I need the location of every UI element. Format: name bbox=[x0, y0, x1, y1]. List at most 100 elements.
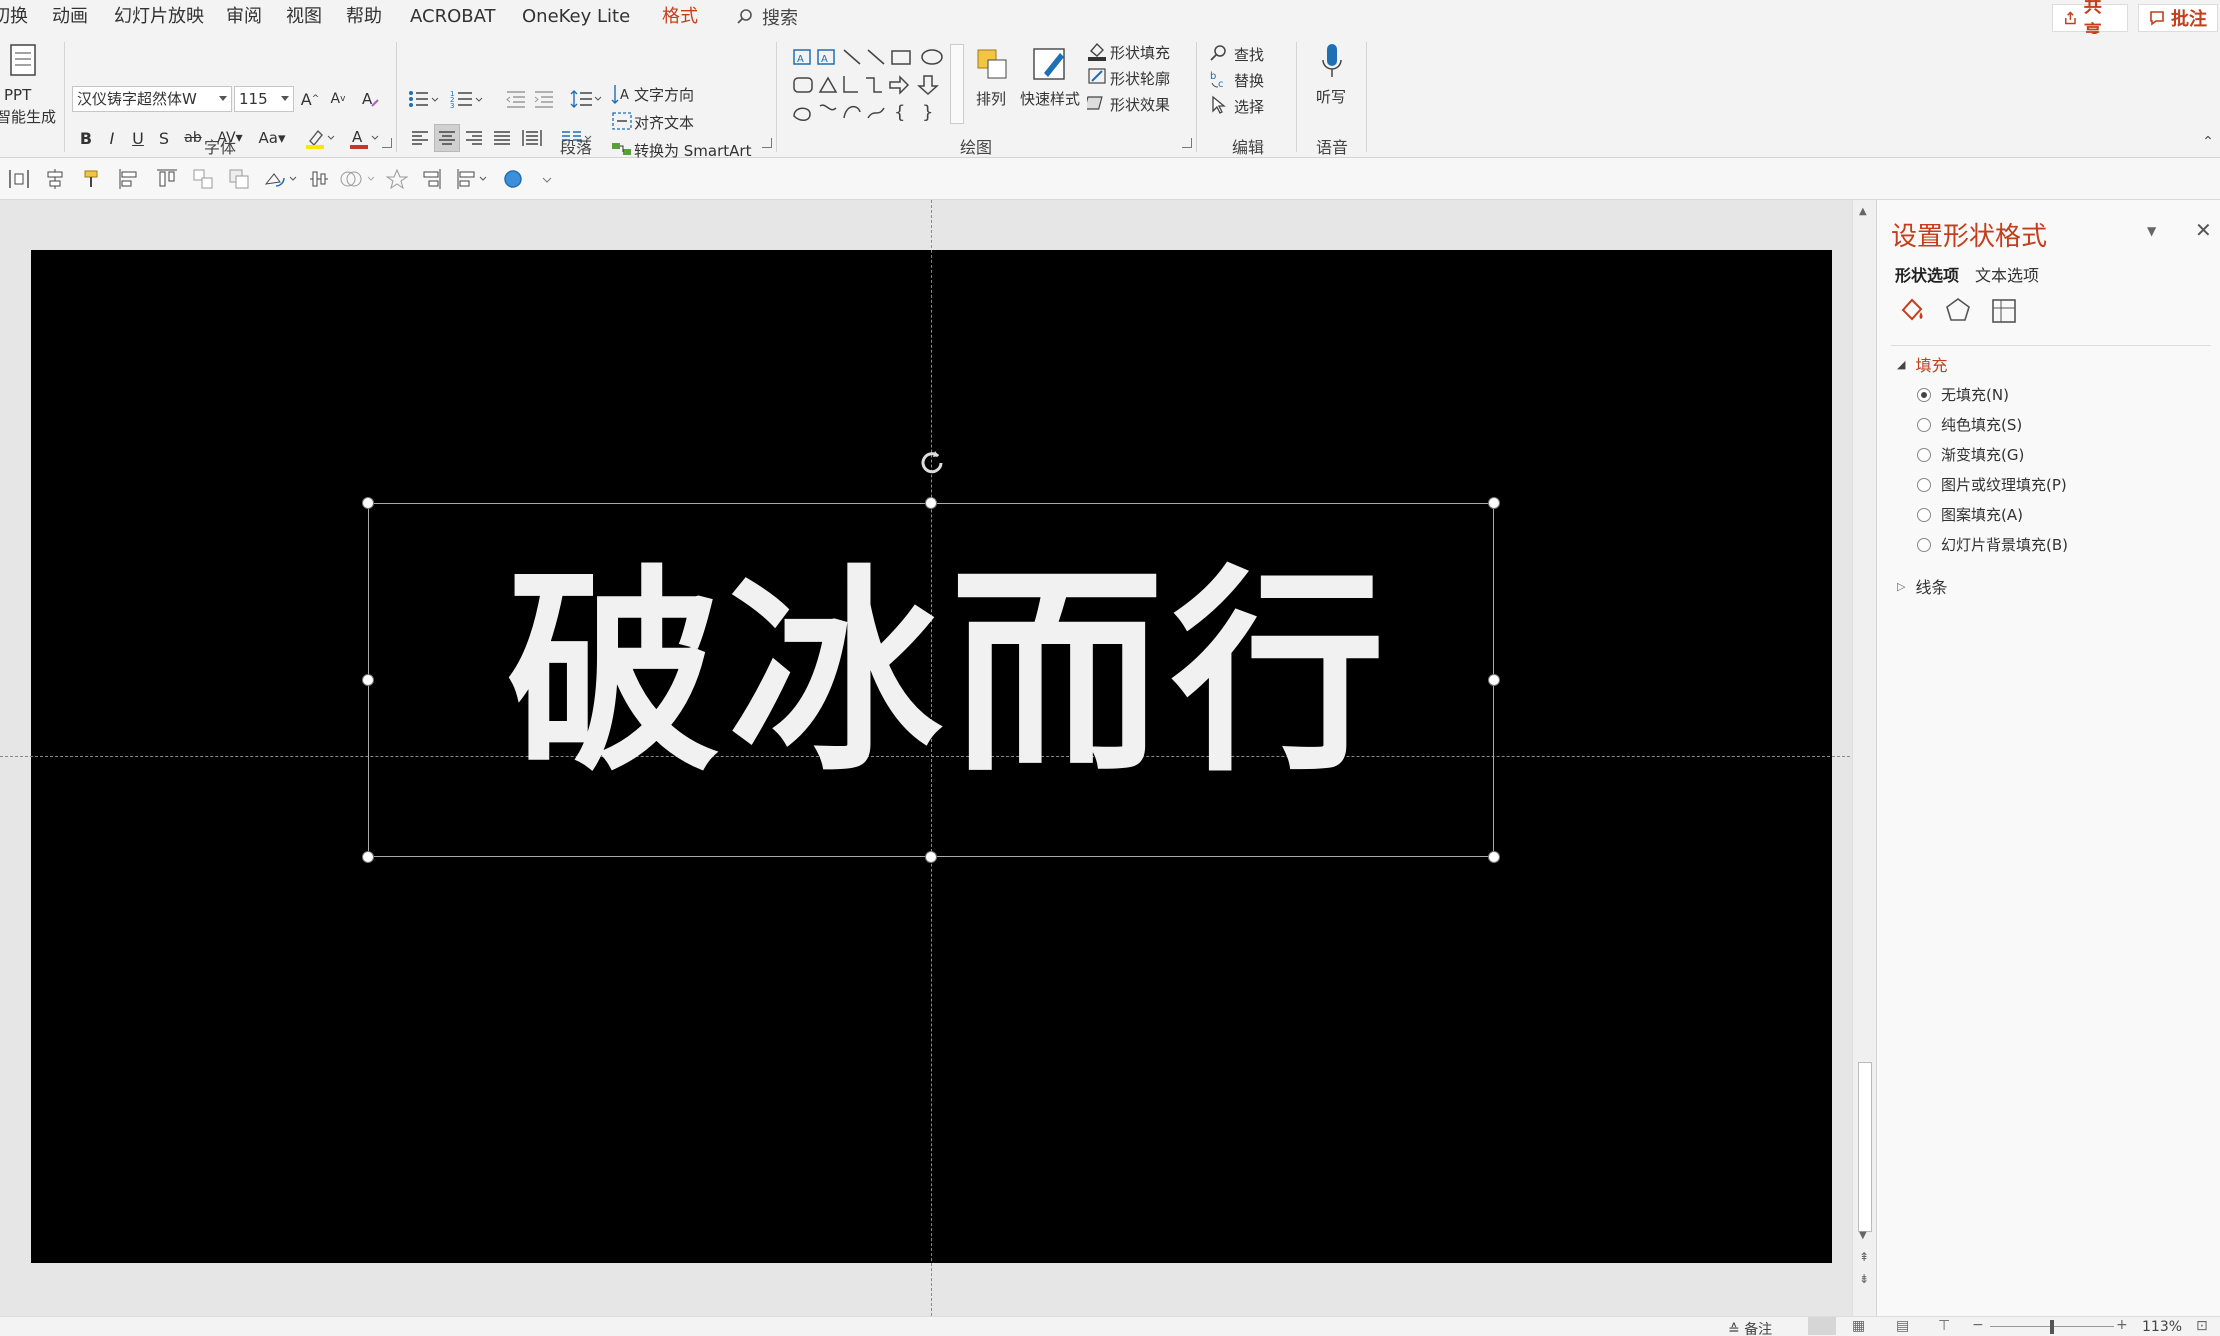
fill-option-solid[interactable]: 纯色填充(S) bbox=[1917, 414, 2022, 435]
quick-styles-button[interactable]: 快速样式 bbox=[1020, 88, 1080, 109]
increase-indent-icon[interactable] bbox=[532, 86, 556, 112]
fill-option-gradient[interactable]: 渐变填充(G) bbox=[1917, 444, 2024, 465]
fill-option-slide-background[interactable]: 幻灯片背景填充(B) bbox=[1917, 534, 2068, 555]
shape-outline-button[interactable]: 形状轮廓 bbox=[1110, 68, 1170, 89]
next-slide-icon[interactable]: ⇟ bbox=[1859, 1272, 1869, 1286]
resize-handle-left[interactable] bbox=[362, 674, 374, 686]
distributed-icon[interactable] bbox=[520, 126, 544, 150]
arrange-icon[interactable] bbox=[972, 44, 1014, 86]
align-text-icon[interactable] bbox=[610, 110, 634, 132]
change-case-icon[interactable]: Aa▾ bbox=[254, 126, 290, 150]
zoom-out-icon[interactable]: − bbox=[1972, 1317, 1984, 1333]
shape-fill-button[interactable]: 形状填充 bbox=[1110, 42, 1170, 63]
pane-options-icon[interactable]: ▼ bbox=[2147, 224, 2156, 238]
distribute-horizontal-icon[interactable] bbox=[8, 168, 30, 190]
format-painter-icon[interactable] bbox=[82, 168, 104, 190]
font-size-combobox[interactable]: 115 bbox=[234, 86, 294, 112]
tab-shape-options[interactable]: 形状选项 bbox=[1895, 262, 1959, 286]
paragraph-dialog-launcher-icon[interactable] bbox=[762, 138, 772, 148]
font-color-icon[interactable]: A bbox=[346, 126, 382, 150]
dictate-button[interactable]: 听写 bbox=[1316, 86, 1346, 107]
resize-handle-bottom-left[interactable] bbox=[362, 851, 374, 863]
scroll-down-icon[interactable]: ▼ bbox=[1859, 1230, 1867, 1241]
share-button[interactable]: 共享 bbox=[2052, 0, 2128, 43]
highlight-color-icon[interactable] bbox=[302, 126, 338, 150]
select-button[interactable]: 选择 bbox=[1234, 96, 1264, 117]
tab-format[interactable]: 格式 bbox=[662, 0, 698, 34]
smartart-icon[interactable] bbox=[610, 138, 634, 160]
scroll-up-icon[interactable]: ▲ bbox=[1859, 206, 1867, 217]
shadow-icon[interactable]: S bbox=[154, 126, 174, 150]
align-right-objects-icon[interactable] bbox=[420, 168, 442, 190]
resize-handle-right[interactable] bbox=[1488, 674, 1500, 686]
align-left-icon[interactable] bbox=[410, 126, 430, 150]
align-center-horizontal-icon[interactable] bbox=[44, 168, 66, 190]
text-direction-button[interactable]: 文字方向 bbox=[634, 84, 694, 105]
strikethrough-icon[interactable]: ab bbox=[180, 126, 206, 150]
bullets-icon[interactable] bbox=[406, 86, 442, 112]
find-icon[interactable] bbox=[1208, 42, 1230, 64]
decrease-font-size-icon[interactable]: Av bbox=[326, 86, 350, 112]
rotate-objects-icon[interactable] bbox=[262, 168, 298, 190]
tab-acrobat[interactable]: ACROBAT bbox=[410, 0, 496, 34]
fill-option-none[interactable]: 无填充(N) bbox=[1917, 384, 2009, 405]
align-menu-icon[interactable] bbox=[456, 168, 492, 190]
arrange-button[interactable]: 排列 bbox=[976, 88, 1006, 109]
resize-handle-top-right[interactable] bbox=[1488, 497, 1500, 509]
select-icon[interactable] bbox=[1208, 94, 1230, 116]
clear-formatting-icon[interactable]: A bbox=[358, 86, 384, 112]
resize-handle-top[interactable] bbox=[925, 497, 937, 509]
tab-review[interactable]: 审阅 bbox=[226, 0, 262, 34]
group-objects-icon[interactable] bbox=[192, 168, 214, 190]
tell-me-search[interactable]: 搜索 bbox=[736, 4, 798, 30]
tab-transitions[interactable]: 切换 bbox=[0, 0, 28, 34]
decrease-indent-icon[interactable] bbox=[504, 86, 528, 112]
fill-line-icon[interactable] bbox=[1897, 296, 1927, 326]
tab-slideshow[interactable]: 幻灯片放映 bbox=[114, 0, 204, 34]
radio[interactable] bbox=[1917, 507, 1931, 522]
align-right-icon[interactable] bbox=[464, 126, 484, 150]
justify-icon[interactable] bbox=[492, 126, 512, 150]
notes-button[interactable]: ≙ 备注 bbox=[1728, 1319, 1772, 1336]
radio[interactable] bbox=[1917, 537, 1931, 552]
tab-view[interactable]: 视图 bbox=[286, 0, 322, 34]
tab-onekey[interactable]: OneKey Lite bbox=[522, 0, 630, 34]
zoom-in-icon[interactable]: + bbox=[2116, 1317, 2128, 1333]
tab-text-options[interactable]: 文本选项 bbox=[1975, 262, 2039, 286]
fill-option-picture[interactable]: 图片或纹理填充(P) bbox=[1917, 474, 2067, 495]
merge-shapes-icon[interactable] bbox=[340, 168, 376, 190]
customize-toolbar-icon[interactable] bbox=[540, 168, 554, 190]
slideshow-icon[interactable]: ⊤ bbox=[1938, 1318, 1950, 1334]
line-spacing-icon[interactable] bbox=[568, 86, 604, 112]
vertical-scrollbar[interactable]: ▲ ▼ ⇞ ⇟ bbox=[1852, 200, 1876, 1316]
italic-icon[interactable]: I bbox=[102, 126, 122, 150]
shape-circle-icon[interactable] bbox=[502, 168, 524, 190]
shape-fill-icon[interactable] bbox=[1086, 40, 1108, 62]
zoom-slider-thumb[interactable] bbox=[2050, 1320, 2054, 1334]
tab-help[interactable]: 帮助 bbox=[346, 0, 382, 34]
star-shape-icon[interactable] bbox=[386, 168, 408, 190]
tab-animations[interactable]: 动画 bbox=[52, 0, 88, 34]
effects-pentagon-icon[interactable] bbox=[1943, 296, 1973, 326]
fit-slide-icon[interactable]: ⊡ bbox=[2196, 1318, 2208, 1334]
rotate-handle-icon[interactable] bbox=[918, 448, 946, 476]
shape-outline-icon[interactable] bbox=[1086, 66, 1108, 88]
quick-styles-icon[interactable] bbox=[1028, 42, 1072, 86]
align-text-button[interactable]: 对齐文本 bbox=[634, 112, 694, 133]
align-top-objects-icon[interactable] bbox=[156, 168, 178, 190]
underline-icon[interactable]: U bbox=[128, 126, 148, 150]
resize-handle-bottom-right[interactable] bbox=[1488, 851, 1500, 863]
bold-icon[interactable]: B bbox=[76, 126, 96, 150]
size-properties-icon[interactable] bbox=[1989, 296, 2019, 326]
radio[interactable] bbox=[1917, 417, 1931, 432]
microphone-icon[interactable] bbox=[1318, 42, 1346, 82]
scrollbar-thumb[interactable] bbox=[1858, 1062, 1872, 1232]
zoom-level[interactable]: 113% bbox=[2142, 1319, 2182, 1335]
radio-selected[interactable] bbox=[1917, 387, 1931, 402]
radio[interactable] bbox=[1917, 477, 1931, 492]
slide-sorter-icon[interactable]: ▦ bbox=[1852, 1318, 1865, 1334]
drawing-dialog-launcher-icon[interactable] bbox=[1182, 138, 1192, 148]
shape-effects-icon[interactable] bbox=[1086, 92, 1108, 114]
radio[interactable] bbox=[1917, 447, 1931, 462]
normal-view-icon[interactable] bbox=[1808, 1317, 1836, 1335]
